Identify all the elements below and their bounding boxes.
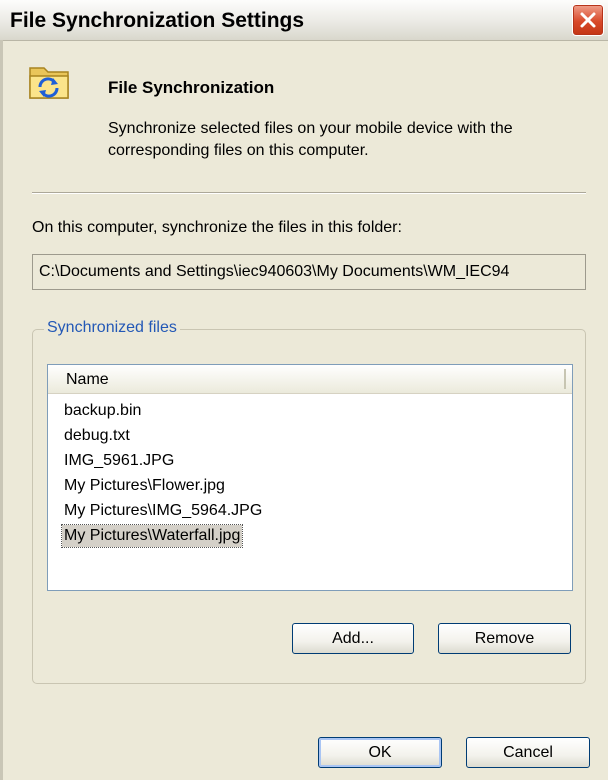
folder-path-field: C:\Documents and Settings\iec940603\My D… xyxy=(32,254,586,290)
column-name-label: Name xyxy=(66,371,109,388)
separator xyxy=(32,192,586,194)
folder-sync-icon xyxy=(28,62,72,102)
list-item-selected[interactable]: My Pictures\Waterfall.jpg xyxy=(48,523,572,548)
add-button[interactable]: Add... xyxy=(292,623,414,654)
list-item[interactable]: backup.bin xyxy=(48,398,572,423)
window-title: File Synchronization Settings xyxy=(10,9,305,32)
list-column-header[interactable]: Name xyxy=(48,365,572,394)
title-bar[interactable]: File Synchronization Settings xyxy=(0,0,608,41)
remove-button[interactable]: Remove xyxy=(438,623,571,654)
list-item-label: IMG_5961.JPG xyxy=(64,452,175,469)
file-list[interactable]: Name backup.bin debug.txt IMG_5961.JPG M… xyxy=(47,364,573,591)
column-divider[interactable] xyxy=(564,369,566,389)
list-item-label: My Pictures\Waterfall.jpg xyxy=(60,524,244,548)
list-item-label: backup.bin xyxy=(64,402,142,419)
ok-button[interactable]: OK xyxy=(318,737,442,768)
close-button[interactable] xyxy=(572,4,604,36)
list-item-label: My Pictures\IMG_5964.JPG xyxy=(64,502,263,519)
folder-label: On this computer, synchronize the files … xyxy=(32,219,402,236)
list-item-label: debug.txt xyxy=(64,427,130,444)
window-border xyxy=(0,40,3,780)
cancel-button[interactable]: Cancel xyxy=(466,737,590,768)
header-description: Synchronize selected files on your mobil… xyxy=(108,120,513,159)
list-item[interactable]: debug.txt xyxy=(48,423,572,448)
list-item[interactable]: My Pictures\IMG_5964.JPG xyxy=(48,498,572,523)
list-item-label: My Pictures\Flower.jpg xyxy=(64,477,225,494)
close-icon xyxy=(580,12,596,28)
list-item[interactable]: My Pictures\Flower.jpg xyxy=(48,473,572,498)
header-title: File Synchronization xyxy=(108,78,275,97)
list-item[interactable]: IMG_5961.JPG xyxy=(48,448,572,473)
synchronized-files-legend: Synchronized files xyxy=(44,319,180,337)
